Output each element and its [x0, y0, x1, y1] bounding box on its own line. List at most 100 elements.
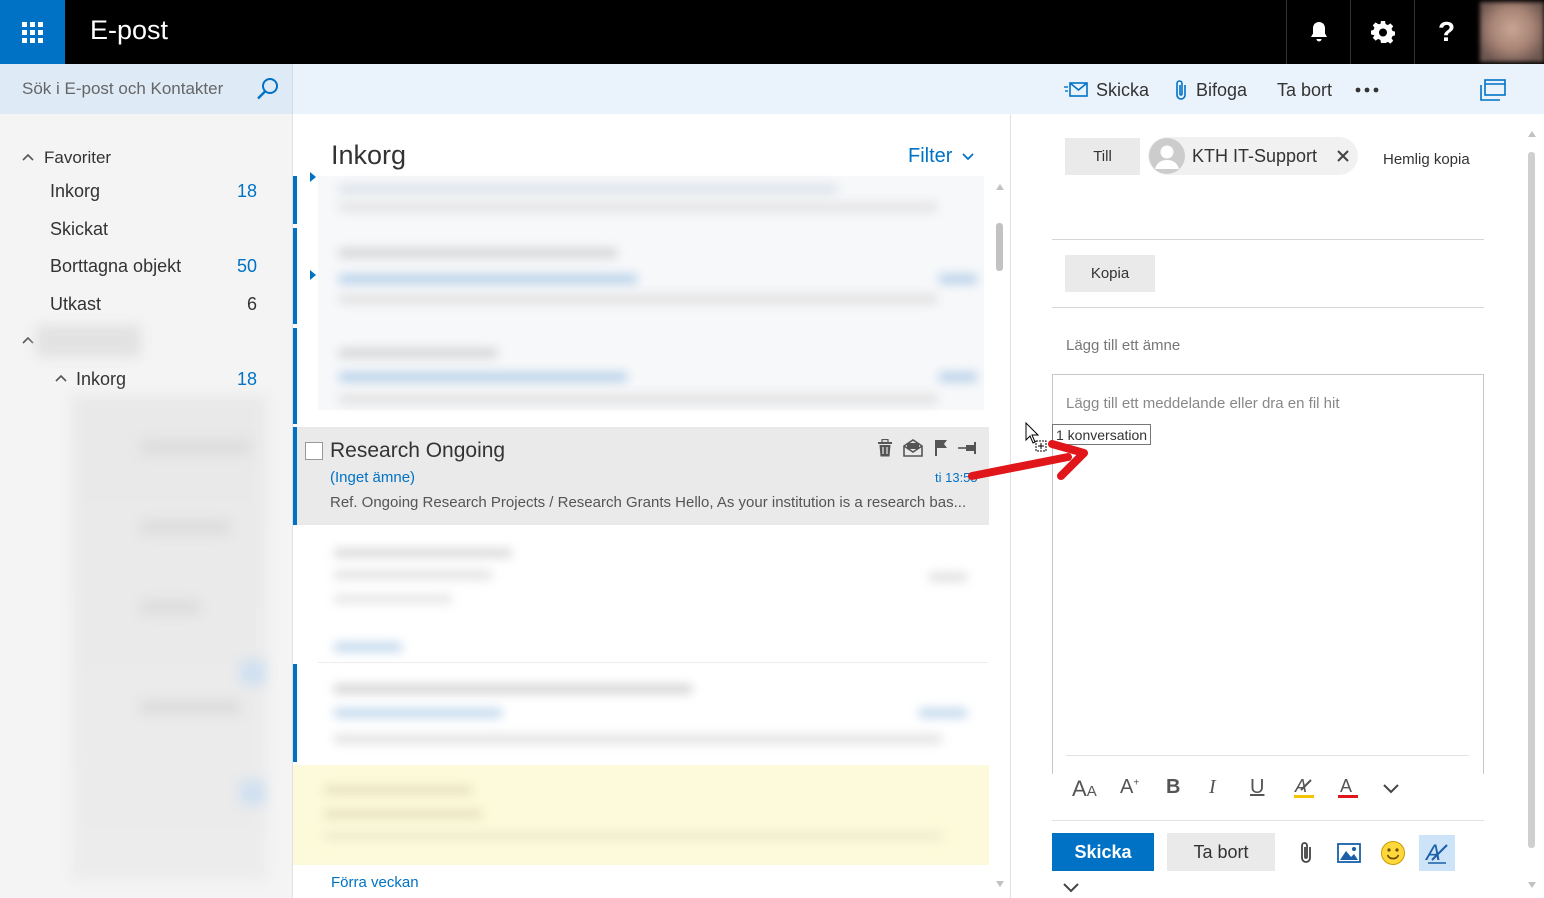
picture-icon: [1337, 843, 1361, 863]
list-scrollbar[interactable]: [996, 223, 1003, 271]
list-item-highlighted[interactable]: [293, 765, 989, 865]
emoji-button[interactable]: [1375, 835, 1411, 871]
to-button[interactable]: Till: [1065, 138, 1140, 175]
chevron-up-icon[interactable]: [22, 152, 34, 162]
subject-field[interactable]: [1066, 334, 1466, 356]
subfolder-blur: [140, 440, 250, 454]
question-icon: ?: [1437, 16, 1456, 47]
scroll-down-icon[interactable]: [1527, 881, 1537, 889]
send-button[interactable]: Skicka: [1052, 833, 1154, 871]
list-item[interactable]: [318, 176, 984, 410]
divider: [1052, 820, 1484, 821]
italic-button[interactable]: I: [1209, 776, 1216, 799]
recipient-name: KTH IT-Support: [1192, 145, 1318, 166]
font-size-button[interactable]: AA: [1072, 776, 1097, 802]
arrow-annotation-icon: [968, 440, 1088, 480]
person-icon: [1149, 138, 1185, 174]
mark-read-icon[interactable]: [903, 439, 923, 457]
divider: [1052, 307, 1484, 308]
grow-font-button[interactable]: A+: [1120, 776, 1139, 799]
paperclip-icon: [1176, 80, 1186, 100]
unread-indicator: [293, 176, 297, 224]
subfolder-blur: [240, 660, 265, 685]
cc-button[interactable]: Kopia: [1065, 255, 1155, 292]
more-formatting-button[interactable]: [1383, 781, 1399, 799]
bold-icon: B: [1166, 776, 1181, 798]
attach-command[interactable]: Bifoga: [1174, 78, 1247, 102]
flag-icon[interactable]: [934, 439, 948, 457]
more-actions-button[interactable]: [1355, 78, 1379, 102]
notifications-button[interactable]: [1286, 0, 1350, 64]
more-icon: [1355, 87, 1379, 93]
subfolder-blur: [240, 780, 265, 805]
send-icon: [1064, 82, 1088, 97]
search-box: [0, 64, 293, 114]
nav-item-deleted-count: 50: [236, 256, 257, 276]
send-command[interactable]: Skicka: [1064, 78, 1149, 102]
svg-text:A: A: [1340, 776, 1352, 796]
expand-caret-icon[interactable]: [310, 270, 316, 280]
attach-button[interactable]: [1288, 835, 1324, 871]
help-button[interactable]: ?: [1414, 0, 1478, 64]
paperclip-icon: [1301, 842, 1311, 863]
body-placeholder: Lägg till ett meddelande eller dra en fi…: [1066, 395, 1340, 412]
filter-button[interactable]: Filter: [908, 145, 975, 168]
filter-label: Filter: [908, 145, 953, 167]
popout-button[interactable]: [1480, 78, 1506, 102]
gear-icon: [1370, 21, 1395, 44]
chevron-up-icon[interactable]: [55, 373, 67, 383]
nav-item-inbox[interactable]: Inkorg: [50, 181, 100, 202]
nav-item-deleted[interactable]: Borttagna objekt: [50, 256, 181, 277]
discard-button[interactable]: Ta bort: [1167, 833, 1275, 871]
underline-button[interactable]: U: [1250, 776, 1264, 799]
subfolder-blur: [140, 700, 240, 714]
nav-item-sent[interactable]: Skickat: [50, 219, 108, 240]
discard-command[interactable]: Ta bort: [1277, 78, 1332, 102]
list-item[interactable]: [318, 530, 974, 660]
bold-button[interactable]: B: [1166, 776, 1180, 799]
font-color-button[interactable]: A: [1337, 776, 1359, 805]
avatar[interactable]: [1480, 2, 1544, 62]
subfolders-blurred: [72, 395, 267, 880]
divider: [1052, 239, 1484, 240]
format-painter-icon: A: [1424, 840, 1448, 865]
expand-caret-icon[interactable]: [310, 172, 316, 182]
close-icon[interactable]: [1337, 150, 1349, 162]
settings-button[interactable]: [1350, 0, 1414, 64]
message-subject: (Inget ämne): [330, 469, 416, 486]
select-checkbox[interactable]: [305, 442, 323, 460]
compose-scrollbar[interactable]: [1528, 152, 1535, 848]
list-item[interactable]: [318, 664, 974, 762]
chevron-up-icon[interactable]: [22, 335, 34, 345]
top-bar: E-post ?: [0, 0, 1544, 64]
subfolder-blur: [140, 520, 230, 534]
scroll-up-icon[interactable]: [1527, 130, 1537, 138]
nav-item-inbox-count: 18: [236, 181, 257, 201]
format-options-button[interactable]: A: [1419, 835, 1455, 871]
trash-icon[interactable]: [877, 439, 893, 457]
nav-item-drafts[interactable]: Utkast: [50, 294, 101, 315]
scroll-up-icon[interactable]: [995, 183, 1005, 191]
unread-indicator: [293, 664, 297, 762]
search-icon[interactable]: [256, 77, 280, 101]
highlighter-icon: A: [1294, 776, 1314, 798]
insert-picture-button[interactable]: [1331, 835, 1367, 871]
message-preview: Ref. Ongoing Research Projects / Researc…: [330, 494, 967, 511]
list-title: Inkorg: [331, 140, 407, 170]
divider: [1066, 755, 1469, 756]
attach-command-label: Bifoga: [1196, 79, 1248, 100]
bcc-button[interactable]: Hemlig kopia: [1383, 151, 1470, 168]
section-header-last-week: Förra veckan: [331, 874, 419, 891]
recipient-chip[interactable]: KTH IT-Support: [1148, 137, 1358, 175]
search-input[interactable]: [22, 77, 252, 101]
highlight-button[interactable]: A: [1293, 776, 1315, 805]
italic-icon: I: [1209, 776, 1216, 798]
smiley-icon: [1381, 841, 1405, 865]
nav-item-account-inbox[interactable]: Inkorg: [76, 369, 126, 390]
scroll-down-icon[interactable]: [995, 880, 1005, 888]
favorites-header[interactable]: Favoriter: [44, 148, 111, 168]
app-launcher-button[interactable]: [0, 0, 65, 64]
nav-item-drafts-count: 6: [246, 294, 257, 314]
unread-indicator: [293, 328, 297, 424]
chevron-down-icon[interactable]: [1063, 883, 1079, 893]
